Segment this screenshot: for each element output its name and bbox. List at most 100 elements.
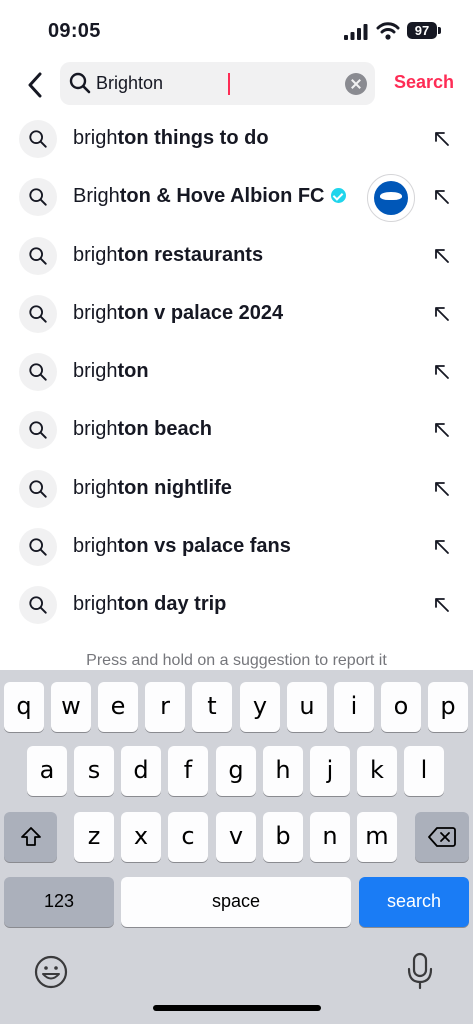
cellular-signal-icon [344, 24, 368, 40]
suggestion-match: brigh [73, 360, 118, 383]
backspace-icon [428, 827, 456, 847]
suggestion-text: brighton [73, 360, 149, 383]
key-l[interactable]: l [404, 746, 444, 796]
emoji-icon[interactable] [33, 954, 69, 990]
suggestion-list: brighton things to do Brighton & Hove Al… [0, 110, 473, 635]
search-icon [19, 586, 57, 625]
shift-key[interactable] [4, 812, 57, 862]
suggestion-item[interactable]: brighton [0, 343, 473, 401]
key-h[interactable]: h [263, 746, 303, 796]
search-key[interactable]: search [359, 877, 469, 927]
search-icon [69, 72, 91, 94]
numbers-key[interactable]: 123 [4, 877, 114, 927]
arrow-up-left-icon[interactable] [432, 362, 452, 382]
search-icon [19, 353, 57, 392]
key-p[interactable]: p [428, 682, 468, 732]
text-caret [228, 73, 230, 95]
report-hint: Press and hold on a suggestion to report… [86, 652, 387, 669]
suggestion-rest: ton v palace 2024 [117, 301, 284, 324]
key-r[interactable]: r [145, 682, 185, 732]
suggestion-text: brighton things to do [73, 127, 269, 150]
suggestion-text: brighton vs palace fans [73, 535, 291, 558]
suggestion-match: brigh [73, 476, 118, 499]
key-u[interactable]: u [287, 682, 327, 732]
microphone-icon[interactable] [406, 952, 434, 990]
suggestion-item[interactable]: brighton vs palace fans [0, 518, 473, 576]
key-z[interactable]: z [74, 812, 114, 862]
delete-key[interactable] [415, 812, 469, 862]
search-input[interactable] [96, 62, 336, 105]
suggestion-item[interactable]: brighton beach [0, 401, 473, 459]
suggestion-rest: ton [117, 360, 149, 383]
suggestion-rest: ton day trip [117, 593, 227, 616]
suggestion-item[interactable]: brighton v palace 2024 [0, 285, 473, 343]
suggestion-item[interactable]: brighton day trip [0, 576, 473, 634]
search-button[interactable]: Search [394, 72, 454, 93]
search-icon [19, 294, 57, 333]
key-d[interactable]: d [121, 746, 161, 796]
status-time: 09:05 [48, 20, 101, 42]
shift-icon [20, 827, 41, 846]
suggestion-text: brighton day trip [73, 593, 226, 616]
search-box[interactable] [60, 62, 375, 105]
suggestion-rest: ton & Hove Albion FC [119, 185, 325, 208]
key-j[interactable]: j [310, 746, 350, 796]
wifi-icon [376, 22, 400, 40]
suggestion-rest: ton things to do [117, 127, 269, 149]
key-w[interactable]: w [51, 682, 91, 732]
key-f[interactable]: f [168, 746, 208, 796]
key-t[interactable]: t [192, 682, 232, 732]
key-c[interactable]: c [168, 812, 208, 862]
search-icon [19, 120, 57, 158]
suggestion-item[interactable]: brighton nightlife [0, 460, 473, 518]
search-icon [19, 236, 57, 275]
suggestion-match: Brigh [73, 185, 120, 208]
suggestion-match: brigh [73, 301, 118, 324]
key-o[interactable]: o [381, 682, 421, 732]
suggestion-rest: ton vs palace fans [117, 535, 291, 558]
arrow-up-left-icon[interactable] [432, 246, 452, 266]
battery-icon: 97 [407, 22, 437, 39]
space-key[interactable]: space [121, 877, 351, 927]
suggestion-match: brigh [73, 418, 118, 441]
arrow-up-left-icon[interactable] [432, 537, 452, 557]
chevron-left-icon [28, 72, 42, 98]
suggestion-match: brigh [73, 243, 118, 266]
suggestion-match: brigh [73, 593, 118, 616]
suggestion-rest: ton beach [117, 418, 212, 441]
suggestion-text: brighton beach [73, 418, 212, 441]
key-y[interactable]: y [240, 682, 280, 732]
arrow-up-left-icon[interactable] [432, 187, 452, 207]
arrow-up-left-icon[interactable] [432, 479, 452, 499]
key-k[interactable]: k [357, 746, 397, 796]
key-n[interactable]: n [310, 812, 350, 862]
keyboard: q w e r t y u i o p a s d f g h j k l z … [0, 670, 473, 1024]
key-s[interactable]: s [74, 746, 114, 796]
arrow-up-left-icon[interactable] [432, 595, 452, 615]
key-v[interactable]: v [216, 812, 256, 862]
suggestion-item[interactable]: Brighton & Hove Albion FC [0, 168, 473, 226]
key-i[interactable]: i [334, 682, 374, 732]
suggestion-item[interactable]: brighton restaurants [0, 227, 473, 285]
key-g[interactable]: g [216, 746, 256, 796]
battery-tip [438, 27, 441, 34]
key-a[interactable]: a [27, 746, 67, 796]
key-e[interactable]: e [98, 682, 138, 732]
key-q[interactable]: q [4, 682, 44, 732]
search-icon [19, 528, 57, 567]
key-b[interactable]: b [263, 812, 303, 862]
search-icon [19, 178, 57, 217]
verified-badge-icon [330, 187, 346, 203]
back-button[interactable] [18, 68, 52, 102]
arrow-up-left-icon[interactable] [432, 420, 452, 440]
club-logo [367, 174, 415, 223]
key-x[interactable]: x [121, 812, 161, 862]
arrow-up-left-icon[interactable] [432, 304, 452, 324]
suggestion-text: brighton v palace 2024 [73, 302, 283, 325]
search-header: Search [0, 62, 473, 108]
clear-icon[interactable] [345, 73, 367, 95]
suggestion-item[interactable]: brighton things to do [0, 110, 473, 168]
arrow-up-left-icon[interactable] [432, 129, 452, 149]
search-icon [19, 411, 57, 450]
key-m[interactable]: m [357, 812, 397, 862]
